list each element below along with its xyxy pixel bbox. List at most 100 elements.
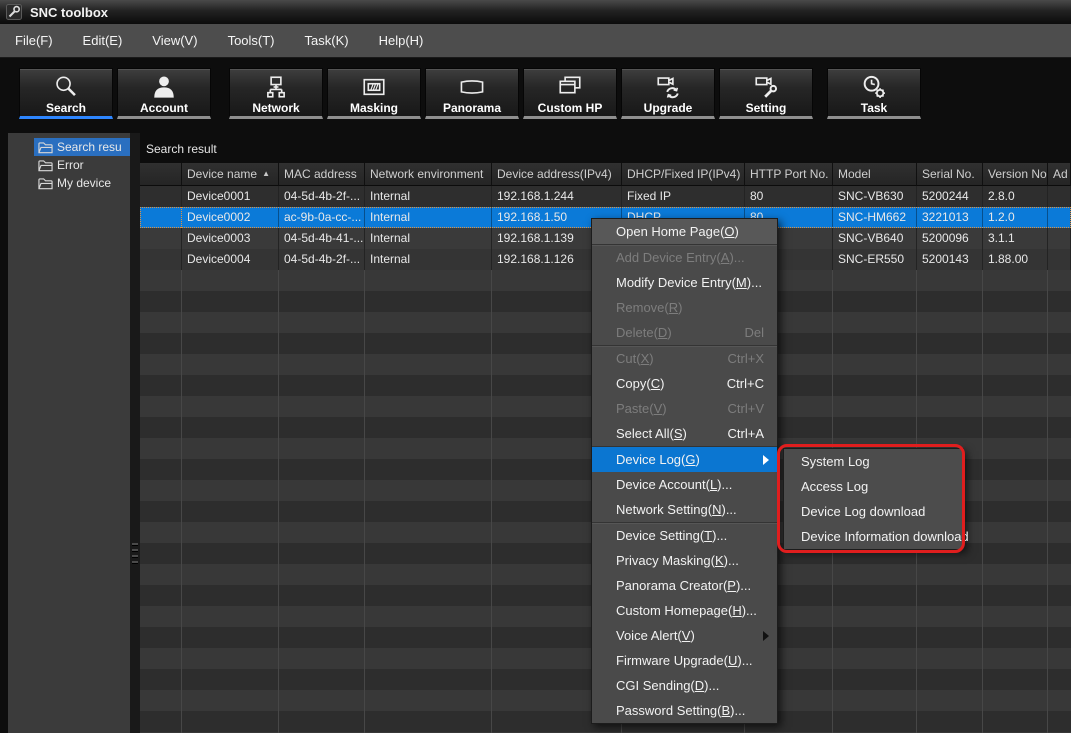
toolbar-button-network[interactable]: Network (229, 68, 323, 119)
context-menu-item-device-log[interactable]: Device Log(G) (592, 447, 777, 472)
context-menu-item-panorama-creator-[interactable]: Panorama Creator(P)... (592, 573, 777, 598)
table-cell: 2.8.0 (983, 186, 1048, 207)
toolbar-button-task[interactable]: Task (827, 68, 921, 119)
context-menu-item-privacy-masking-[interactable]: Privacy Masking(K)... (592, 548, 777, 573)
context-menu-item-remove: Remove(R) (592, 295, 777, 320)
toolbar-button-account[interactable]: Account (117, 68, 211, 119)
toolbar-button-panorama[interactable]: Panorama (425, 68, 519, 119)
menubar-item-tools[interactable]: Tools(T) (213, 24, 290, 57)
submenu-item-system-log[interactable]: System Log (784, 449, 963, 474)
context-menu-item-modify-device-entry-[interactable]: Modify Device Entry(M)... (592, 270, 777, 295)
column-header-model[interactable]: Model (833, 163, 917, 186)
column-header-mac-address[interactable]: MAC address (279, 163, 365, 186)
menubar-item-task[interactable]: Task(K) (290, 24, 364, 57)
context-menu-item-paste: Paste(V)Ctrl+V (592, 396, 777, 421)
column-header-http-port-no-[interactable]: HTTP Port No. (745, 163, 833, 186)
table-cell (1048, 249, 1071, 270)
column-separator (982, 270, 983, 733)
context-menu-item-open-home-page[interactable]: Open Home Page(O) (592, 219, 777, 245)
splitter-grip (132, 561, 138, 563)
sidebar-item-error[interactable]: Error (34, 156, 130, 174)
sidebar-item-search-resu[interactable]: Search resu (34, 138, 130, 156)
column-header-version-no-[interactable]: Version No. (983, 163, 1048, 186)
table-cell: Internal (365, 228, 492, 249)
section-label: Search result (146, 142, 217, 156)
context-menu-item-network-setting-[interactable]: Network Setting(N)... (592, 497, 777, 523)
network-icon (263, 74, 289, 100)
sidebar-item-label: Search resu (57, 140, 122, 154)
table-cell: ac-9b-0a-cc-... (279, 207, 365, 228)
custom-hp-icon (557, 74, 583, 100)
column-header-dhcp-fixed-ip[interactable]: DHCP/Fixed IP(IPv4) (622, 163, 745, 186)
toolbar-button-label: Upgrade (622, 101, 714, 115)
context-menu-item-add-device-entry-: Add Device Entry(A)... (592, 245, 777, 270)
toolbar-button-setting[interactable]: Setting (719, 68, 813, 119)
context-menu-item-copy[interactable]: Copy(C)Ctrl+C (592, 371, 777, 396)
table-cell: 192.168.1.244 (492, 186, 622, 207)
column-header-network-environment[interactable]: Network environment (365, 163, 492, 186)
context-menu-item-device-account-[interactable]: Device Account(L)... (592, 472, 777, 497)
sidebar-item-label: Error (57, 158, 84, 172)
context-menu-item-device-setting-[interactable]: Device Setting(T)... (592, 523, 777, 548)
table-cell: 3221013 (917, 207, 983, 228)
table-cell (140, 186, 182, 207)
table-header-row: Device name▲MAC addressNetwork environme… (140, 163, 1071, 186)
menu-bar: File(F)Edit(E)View(V)Tools(T)Task(K)Help… (0, 24, 1071, 58)
toolbar-button-upgrade[interactable]: Upgrade (621, 68, 715, 119)
toolbar-button-label: Masking (328, 101, 420, 115)
toolbar-button-label: Panorama (426, 101, 518, 115)
context-menu-item-password-setting-[interactable]: Password Setting(B)... (592, 698, 777, 723)
menubar-item-file[interactable]: File(F) (0, 24, 68, 57)
menubar-item-edit[interactable]: Edit(E) (68, 24, 138, 57)
sidebar-tree: Search resu Error My device (8, 133, 130, 733)
table-cell: 1.2.0 (983, 207, 1048, 228)
toolbar-button-label: Search (20, 101, 112, 115)
submenu-arrow-icon (763, 455, 769, 465)
toolbar-button-label: Custom HP (524, 101, 616, 115)
toolbar-button-label: Account (118, 101, 210, 115)
context-menu-item-select-all[interactable]: Select All(S)Ctrl+A (592, 421, 777, 447)
context-menu-item-voice-alert[interactable]: Voice Alert(V) (592, 623, 777, 648)
table-cell: 5200096 (917, 228, 983, 249)
splitter-grip (132, 555, 138, 557)
context-menu-item-firmware-upgrade-[interactable]: Firmware Upgrade(U)... (592, 648, 777, 673)
toolbar-button-label: Task (828, 101, 920, 115)
context-menu-item-custom-homepage-[interactable]: Custom Homepage(H)... (592, 598, 777, 623)
column-header-serial-no-[interactable]: Serial No. (917, 163, 983, 186)
upgrade-icon (655, 74, 681, 100)
column-header-device-name[interactable]: Device name▲ (182, 163, 279, 186)
context-menu: Open Home Page(O)Add Device Entry(A)...M… (591, 218, 778, 724)
menu-shortcut: Ctrl+V (728, 396, 764, 421)
table-cell: 5200244 (917, 186, 983, 207)
table-cell: SNC-HM662 (833, 207, 917, 228)
sidebar-item-my-device[interactable]: My device (34, 174, 130, 192)
column-header-device-address[interactable]: Device address(IPv4) (492, 163, 622, 186)
submenu-item-device-information-download[interactable]: Device Information download (784, 524, 963, 549)
menu-shortcut: Ctrl+X (728, 346, 764, 371)
table-cell: Device0002 (182, 207, 279, 228)
toolbar-button-custom-hp[interactable]: Custom HP (523, 68, 617, 119)
toolbar-button-search[interactable]: Search (19, 68, 113, 119)
column-separator (491, 270, 492, 733)
toolbar-button-label: Network (230, 101, 322, 115)
column-header-ad[interactable]: Ad (1048, 163, 1071, 186)
menubar-item-help[interactable]: Help(H) (364, 24, 439, 57)
context-menu-item-cgi-sending-[interactable]: CGI Sending(D)... (592, 673, 777, 698)
table-cell: SNC-ER550 (833, 249, 917, 270)
window-title: SNC toolbox (30, 5, 108, 20)
splitter[interactable] (130, 133, 140, 733)
folder-icon (38, 177, 53, 190)
submenu-item-device-log-download[interactable]: Device Log download (784, 499, 963, 524)
setting-icon (753, 74, 779, 100)
toolbar-button-masking[interactable]: Masking (327, 68, 421, 119)
task-icon (861, 74, 887, 100)
table-cell (1048, 228, 1071, 249)
table-cell: 04-5d-4b-2f-... (279, 186, 365, 207)
table-row-device0001[interactable]: Device000104-5d-4b-2f-...Internal192.168… (140, 186, 1071, 207)
submenu-item-access-log[interactable]: Access Log (784, 474, 963, 499)
column-header-row-selector[interactable] (140, 163, 182, 186)
title-bar[interactable]: SNC toolbox (0, 0, 1071, 25)
search-icon (53, 74, 79, 100)
menubar-item-view[interactable]: View(V) (137, 24, 212, 57)
menu-shortcut: Del (744, 320, 764, 345)
